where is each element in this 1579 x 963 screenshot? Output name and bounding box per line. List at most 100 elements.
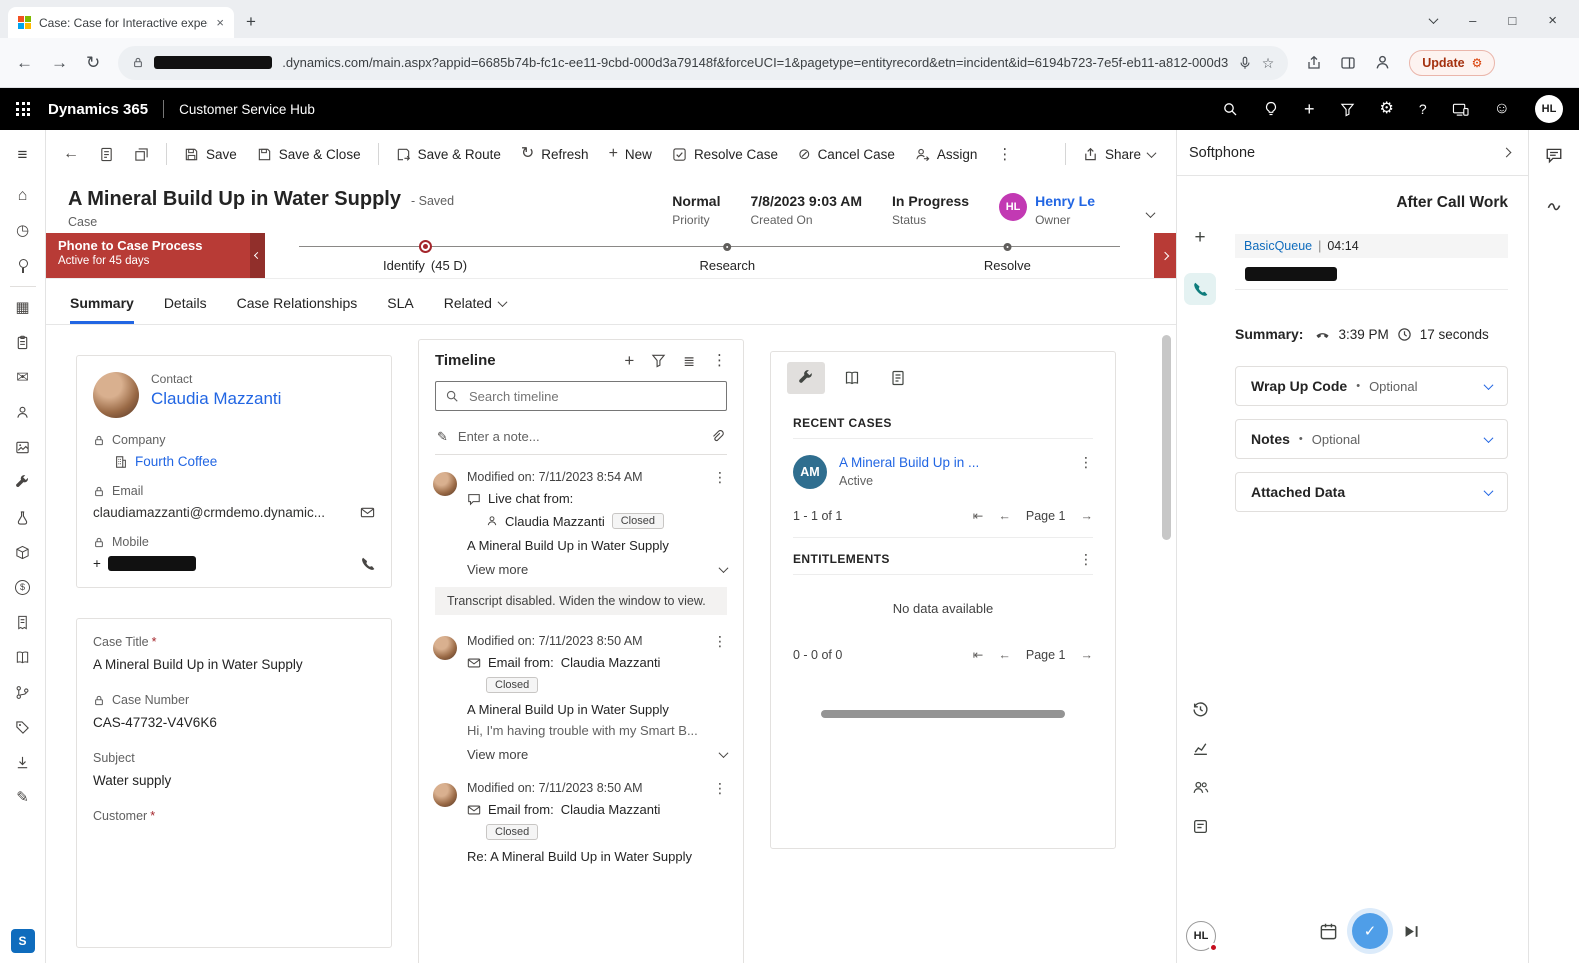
app-launcher-icon[interactable] <box>16 102 30 116</box>
invoices-receipt-icon[interactable] <box>0 605 45 640</box>
expand-chevron-icon[interactable] <box>719 748 729 758</box>
timeline-entry-livechat[interactable]: Modified on: 7/11/2023 8:54 AM ⋮ Live ch… <box>419 455 743 619</box>
activities-clipboard-icon[interactable] <box>0 325 45 360</box>
timeline-sort-icon[interactable]: ≣ <box>683 354 695 368</box>
skip-icon[interactable] <box>1402 922 1421 941</box>
next-page-icon[interactable]: → <box>1081 510 1094 523</box>
subject-field[interactable]: Subject Water supply <box>93 751 375 788</box>
settings-gear-icon[interactable]: ⚙ <box>1380 101 1394 117</box>
save-and-close-button[interactable]: Save & Close <box>248 137 370 171</box>
close-window-icon[interactable]: × <box>1548 13 1557 28</box>
split-screen-icon[interactable] <box>1340 55 1356 71</box>
assign-button[interactable]: Assign <box>906 137 987 171</box>
entry-more-icon[interactable]: ⋮ <box>713 470 727 484</box>
articles-book-icon[interactable] <box>0 640 45 675</box>
tab-details[interactable]: Details <box>164 295 207 324</box>
browser-tab[interactable]: Case: Case for Interactive experie × <box>8 7 234 38</box>
header-expand-icon[interactable] <box>1147 193 1154 223</box>
people-icon[interactable] <box>1192 779 1209 796</box>
add-session-icon[interactable]: + <box>1194 228 1205 247</box>
queues-mail-icon[interactable]: ✉ <box>0 360 45 395</box>
first-page-icon[interactable]: ⇤ <box>973 510 983 523</box>
tab-search-icon[interactable] <box>1429 14 1439 24</box>
bpf-name-box[interactable]: Phone to Case Process Active for 45 days <box>46 233 250 278</box>
products-box-icon[interactable] <box>0 535 45 570</box>
stage-active-dot[interactable] <box>419 240 432 253</box>
tools-wrench-tab[interactable] <box>787 362 825 394</box>
timeline-search-input[interactable] <box>467 388 717 405</box>
case-title-field[interactable]: Case Title* A Mineral Build Up in Water … <box>93 635 375 672</box>
templates-download-icon[interactable] <box>0 745 45 780</box>
notes-section[interactable]: Notes • Optional <box>1235 419 1508 459</box>
gallery-image-icon[interactable] <box>0 430 45 465</box>
prev-page-icon[interactable]: ← <box>998 649 1011 662</box>
next-page-icon[interactable]: → <box>1081 649 1094 662</box>
wave-toggle-icon[interactable] <box>1545 196 1563 214</box>
bpf-scroll-left-icon[interactable] <box>250 233 265 278</box>
active-call-phone-icon[interactable] <box>1184 273 1216 305</box>
user-avatar[interactable]: HL <box>1535 95 1563 123</box>
dashboards-grid-icon[interactable]: ▦ <box>0 290 45 325</box>
subject-value[interactable]: Water supply <box>93 773 375 788</box>
save-and-route-button[interactable]: Save & Route <box>387 137 510 171</box>
contacts-person-icon[interactable] <box>0 395 45 430</box>
entities-branch-icon[interactable] <box>0 675 45 710</box>
prev-page-icon[interactable]: ← <box>998 510 1011 523</box>
share-button[interactable]: Share <box>1074 137 1164 171</box>
bpf-scroll-right-icon[interactable] <box>1154 233 1176 278</box>
brand-title[interactable]: Dynamics 365 <box>48 101 148 118</box>
search-icon[interactable] <box>1222 101 1238 117</box>
notes-icon[interactable] <box>1192 818 1209 835</box>
entitlements-coin-icon[interactable]: $ <box>0 570 45 605</box>
services-wrench-icon[interactable] <box>0 465 45 500</box>
tab-case-relationships[interactable]: Case Relationships <box>237 295 358 324</box>
expand-chevron-icon[interactable] <box>1484 433 1494 443</box>
tab-related[interactable]: Related <box>444 295 506 324</box>
history-icon[interactable] <box>1192 701 1209 718</box>
bpf-stage-research[interactable]: Research <box>699 238 755 273</box>
send-email-icon[interactable] <box>360 505 375 520</box>
view-more[interactable]: View more <box>467 562 727 577</box>
wrap-up-code-section[interactable]: Wrap Up Code • Optional <box>1235 366 1508 406</box>
new-tab-button[interactable]: + <box>246 13 256 30</box>
email-value[interactable]: claudiamazzanti@crmdemo.dynamic... <box>93 505 325 520</box>
customer-field[interactable]: Customer* <box>93 809 375 823</box>
entry-more-icon[interactable]: ⋮ <box>713 634 727 648</box>
open-new-window-icon[interactable] <box>125 137 158 171</box>
tasks-pencil-icon[interactable]: ✎ <box>0 780 45 815</box>
recent-icon[interactable]: ◷ <box>0 213 45 248</box>
knowledge-book-tab[interactable] <box>833 362 871 394</box>
home-icon[interactable]: ⌂ <box>0 178 45 213</box>
company-value-link[interactable]: Fourth Coffee <box>135 454 217 469</box>
case-more-icon[interactable]: ⋮ <box>1079 455 1093 489</box>
timeline-filter-icon[interactable] <box>651 353 666 368</box>
horizontal-scrollbar[interactable] <box>821 710 1065 718</box>
profile-icon[interactable] <box>1374 54 1391 71</box>
address-bar[interactable]: .dynamics.com/main.aspx?appid=6685b74b-f… <box>118 46 1288 80</box>
attached-data-section[interactable]: Attached Data <box>1235 472 1508 512</box>
entry-more-icon[interactable]: ⋮ <box>713 781 727 795</box>
sitemap-tile[interactable]: S <box>11 929 35 953</box>
agent-presence-avatar[interactable]: HL <box>1186 921 1216 951</box>
case-title-value[interactable]: A Mineral Build Up in Water Supply <box>93 657 375 672</box>
maximize-icon[interactable]: □ <box>1508 14 1516 27</box>
site-map-toggle-icon[interactable]: ≡ <box>18 146 28 163</box>
devices-icon[interactable] <box>1452 102 1469 117</box>
queue-strip[interactable]: BasicQueue | 04:14 <box>1235 234 1508 258</box>
mic-icon[interactable] <box>1238 56 1252 70</box>
expand-chevron-icon[interactable] <box>1484 380 1494 390</box>
form-document-icon[interactable] <box>90 137 123 171</box>
note-composer[interactable]: ✎ Enter a note... <box>435 418 727 455</box>
reload-icon[interactable]: ↻ <box>86 54 100 71</box>
help-icon[interactable]: ? <box>1419 102 1427 116</box>
cancel-case-button[interactable]: ⊘Cancel Case <box>789 137 904 171</box>
favorite-star-icon[interactable]: ☆ <box>1262 56 1275 70</box>
knowledge-flask-icon[interactable] <box>0 500 45 535</box>
schedule-callback-icon[interactable] <box>1319 922 1338 941</box>
vertical-scrollbar[interactable] <box>1162 335 1171 540</box>
new-button[interactable]: +New <box>600 137 661 171</box>
tab-close-icon[interactable]: × <box>216 16 224 29</box>
owner-field[interactable]: HL Henry Le Owner <box>999 193 1095 227</box>
browser-update-button[interactable]: Update ⚙ <box>1409 50 1495 76</box>
lightbulb-icon[interactable] <box>1263 101 1279 117</box>
